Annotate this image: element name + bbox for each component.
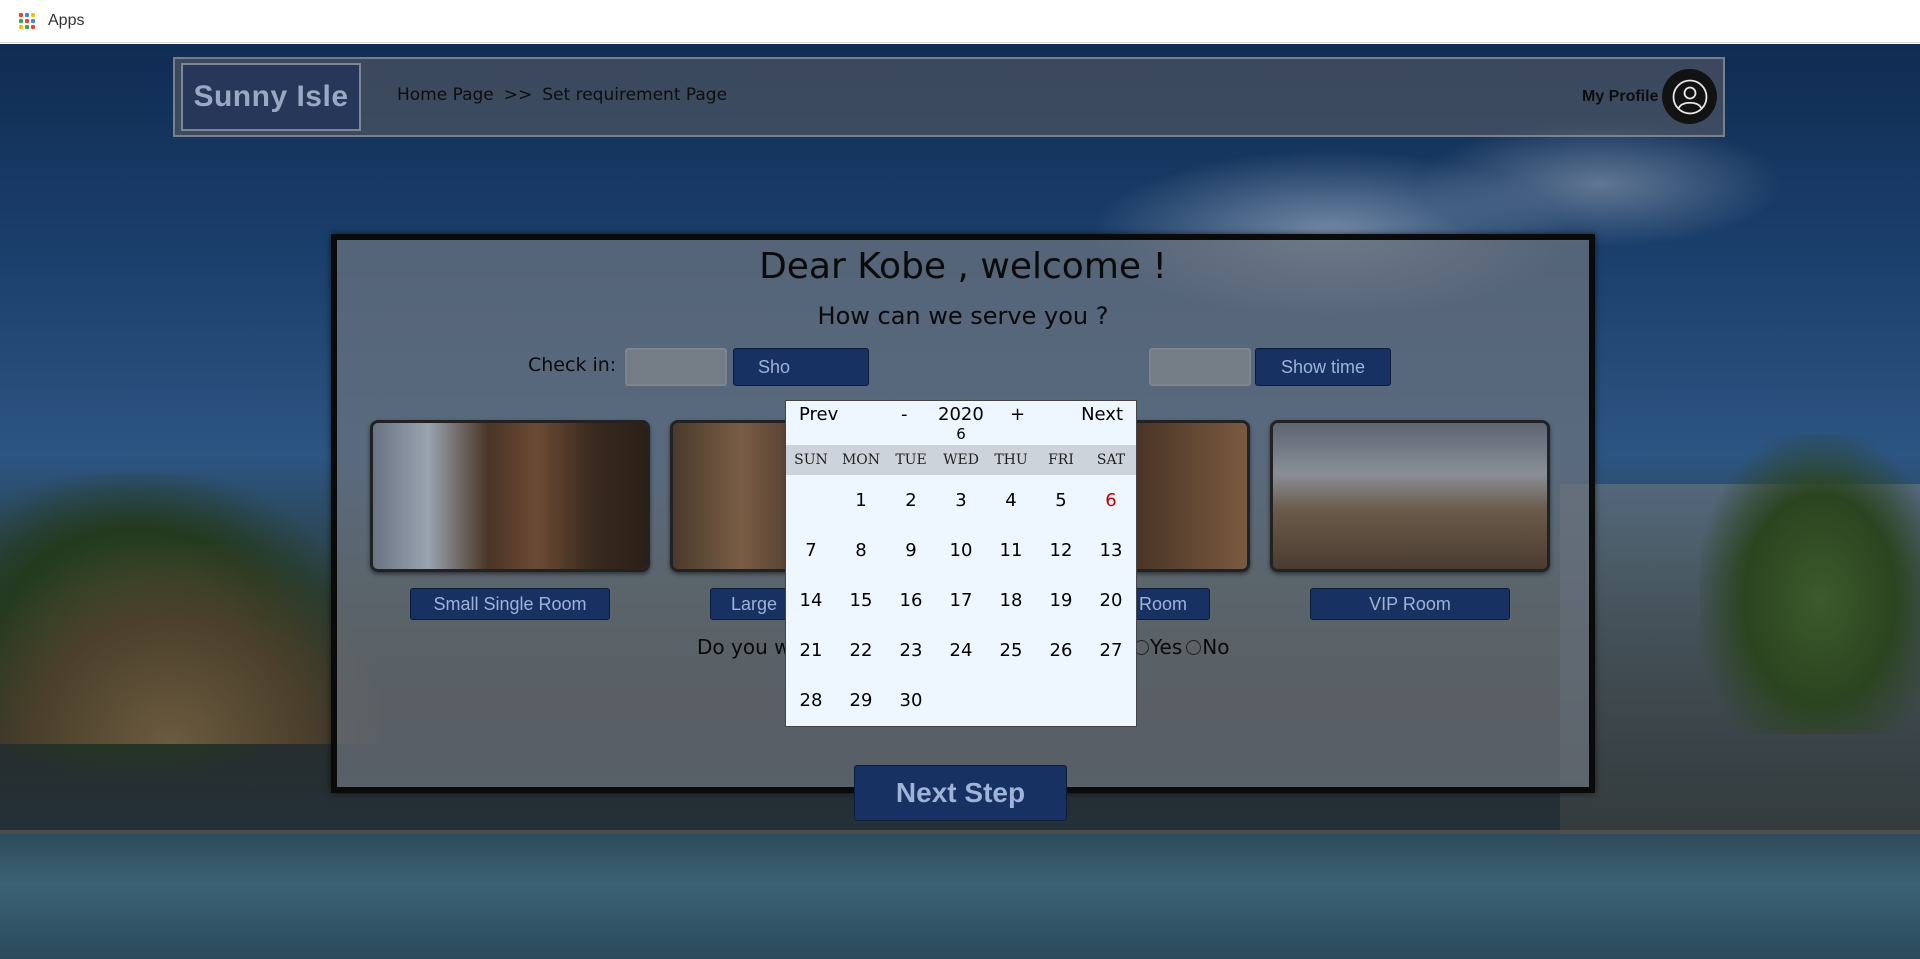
calendar-day[interactable]: 30 (886, 675, 936, 725)
room-image-small-single (373, 423, 647, 569)
calendar-day[interactable]: 26 (1036, 625, 1086, 675)
calendar-day[interactable]: 8 (836, 525, 886, 575)
breadcrumb-separator: >> (503, 85, 533, 105)
calendar-day[interactable]: 3 (936, 475, 986, 525)
bookmarks-bar: Apps (0, 0, 1920, 43)
breadcrumb-current: Set requirement Page (542, 85, 728, 105)
calendar-day[interactable]: 9 (886, 525, 936, 575)
calendar-prev-button[interactable]: Prev (799, 404, 838, 425)
apps-bookmark[interactable]: Apps (48, 12, 84, 30)
calendar-day[interactable]: 11 (986, 525, 1036, 575)
breadcrumb-home[interactable]: Home Page (397, 85, 494, 105)
calendar-day[interactable]: 1 (836, 475, 886, 525)
calendar-day[interactable]: 2 (886, 475, 936, 525)
calendar-day[interactable]: 27 (1086, 625, 1136, 675)
calendar-day[interactable]: 15 (836, 575, 886, 625)
profile-label[interactable]: My Profile (1582, 88, 1658, 106)
calendar-year-minus-button[interactable]: - (901, 404, 908, 425)
avatar[interactable] (1662, 69, 1718, 124)
calendar-header: Prev - 2020 + Next 6 (786, 401, 1136, 445)
calendar-day[interactable]: 25 (986, 625, 1036, 675)
logo-text: Sunny Isle (193, 80, 349, 113)
calendar-day[interactable]: 6 (1086, 475, 1136, 525)
calendar-day[interactable]: 22 (836, 625, 886, 675)
checkin-input[interactable] (625, 348, 727, 386)
radio-no[interactable] (1186, 639, 1202, 655)
calendar-year-plus-button[interactable]: + (1010, 404, 1025, 425)
background-hut (0, 544, 380, 744)
room-button-small-single-label: Small Single Room (433, 593, 587, 614)
room-card-vip[interactable] (1270, 420, 1550, 572)
next-step-button[interactable]: Next Step (854, 765, 1067, 821)
room-image-vip (1273, 423, 1547, 569)
calendar-day[interactable]: 28 (786, 675, 836, 725)
calendar-empty-cell (786, 475, 836, 525)
calendar-day[interactable]: 10 (936, 525, 986, 575)
checkin-show-time-label: Sho (758, 356, 791, 377)
welcome-subtitle: How can we serve you ? (817, 302, 1109, 330)
calendar-day[interactable]: 4 (986, 475, 1036, 525)
calendar-day[interactable]: 12 (1036, 525, 1086, 575)
page-background: Sunny Isle Home Page >> Set requirement … (0, 44, 1920, 959)
calendar-weekday: SAT (1096, 452, 1126, 468)
user-icon (1672, 79, 1708, 114)
room-button-vip-label: VIP Room (1369, 593, 1451, 614)
breadcrumb: Home Page >> Set requirement Page (397, 85, 727, 105)
calendar-weekday-row: SUN MON TUE WED THU FRI SAT (786, 445, 1136, 475)
calendar-day[interactable]: 5 (1036, 475, 1086, 525)
room-card-small-single[interactable] (370, 420, 650, 572)
calendar-year: 2020 (938, 404, 984, 425)
calendar-day[interactable]: 17 (936, 575, 986, 625)
checkout-show-time-label: Show time (1280, 356, 1366, 377)
next-step-label: Next Step (895, 777, 1026, 808)
apps-grid-icon[interactable] (19, 12, 36, 30)
calendar-weekday: WED (943, 452, 979, 468)
checkin-label: Check in: (528, 354, 617, 376)
calendar-day[interactable]: 29 (836, 675, 886, 725)
room-button-vip[interactable]: VIP Room (1310, 588, 1510, 620)
checkout-show-time-button[interactable]: Show time (1255, 348, 1391, 386)
site-logo[interactable]: Sunny Isle (181, 63, 361, 131)
calendar-month: 6 (956, 425, 966, 443)
room-button-third-label: Room (1138, 593, 1187, 614)
calendar-day[interactable]: 16 (886, 575, 936, 625)
checkout-input[interactable] (1149, 348, 1251, 386)
calendar-day[interactable]: 18 (986, 575, 1036, 625)
calendar-day[interactable]: 13 (1086, 525, 1136, 575)
question-text: Do you w (697, 635, 791, 659)
background-pool (0, 834, 1920, 959)
calendar-day[interactable]: 21 (786, 625, 836, 675)
calendar-day-grid: 1 2 3 4 5 6 7 8 9 10 11 12 13 14 15 16 17 18 19 20 21 22 23 24 2… (786, 475, 1136, 725)
calendar-weekday: TUE (895, 452, 927, 468)
room-button-large-label: Large (731, 593, 778, 614)
room-button-small-single[interactable]: Small Single Room (410, 588, 610, 620)
site-header: Sunny Isle Home Page >> Set requirement … (173, 57, 1725, 137)
background-trees-right (1700, 434, 1920, 734)
calendar-day[interactable]: 24 (936, 625, 986, 675)
radio-yes-label: Yes (1150, 635, 1183, 659)
calendar-day[interactable]: 19 (1036, 575, 1086, 625)
calendar-day[interactable]: 20 (1086, 575, 1136, 625)
calendar-day[interactable]: 7 (786, 525, 836, 575)
date-picker-popup: Prev - 2020 + Next 6 SUN MON TUE WED THU FRI S… (785, 400, 1137, 727)
welcome-title: Dear Kobe , welcome ! (759, 246, 1167, 287)
profile-link[interactable]: My Profile (1582, 69, 1718, 124)
calendar-weekday: SUN (794, 452, 828, 468)
calendar-next-button[interactable]: Next (1081, 404, 1123, 425)
calendar-weekday: FRI (1048, 452, 1074, 468)
calendar-day[interactable]: 14 (786, 575, 836, 625)
calendar-weekday: THU (994, 452, 1028, 468)
radio-no-label: No (1202, 635, 1230, 659)
calendar-weekday: MON (841, 452, 881, 468)
radio-group: Yes No (1134, 635, 1230, 659)
checkin-show-time-button[interactable]: Sho (733, 348, 869, 386)
calendar-day[interactable]: 23 (886, 625, 936, 675)
